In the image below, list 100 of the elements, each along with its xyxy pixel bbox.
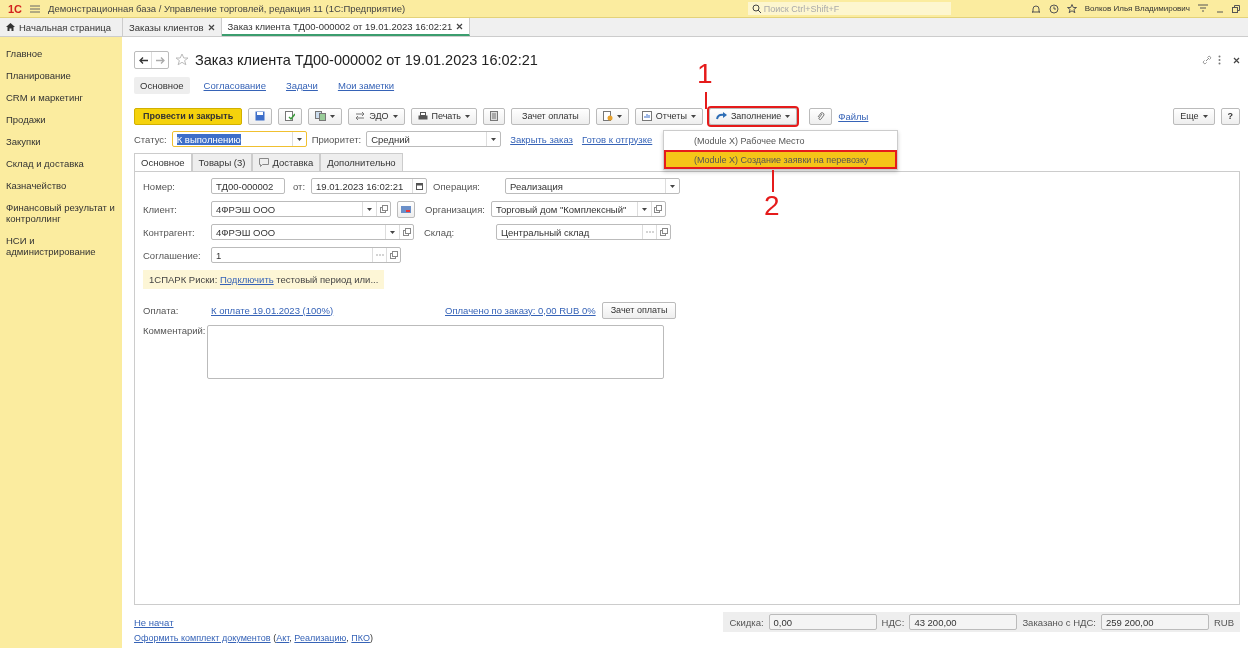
dropdown-icon <box>367 207 372 211</box>
caret-icon <box>465 114 470 118</box>
counterparty-field[interactable]: 4ФРЭШ ООО <box>211 224 414 240</box>
back-arrow-icon[interactable] <box>138 56 148 64</box>
open-icon[interactable] <box>379 205 388 213</box>
star-icon[interactable] <box>175 53 189 67</box>
sidebar-item[interactable]: Продажи <box>0 109 122 131</box>
warehouse-field[interactable]: Центральный склад <box>496 224 671 240</box>
client-field[interactable]: 4ФРЭШ ООО <box>211 201 391 217</box>
paid-link[interactable]: Оплачено по заказу: 0,00 RUB 0% <box>445 304 596 316</box>
form-tab[interactable]: Доставка <box>252 153 321 171</box>
open-icon[interactable] <box>402 228 411 236</box>
payment-link[interactable]: К оплате 19.01.2023 (100%) <box>211 304 439 316</box>
app-logo[interactable]: 1С <box>8 2 23 15</box>
section-link[interactable]: Согласование <box>197 76 272 94</box>
field-label: Клиент: <box>143 203 178 215</box>
caret-icon <box>1202 114 1208 118</box>
curved-arrow-icon <box>715 111 727 121</box>
star-icon[interactable] <box>1066 3 1077 14</box>
attach-button[interactable] <box>809 107 833 125</box>
save-icon <box>255 111 266 121</box>
field-label: Оплата: <box>143 304 180 316</box>
bell-icon[interactable] <box>1030 3 1041 14</box>
sidebar-item[interactable]: Финансовый результат и контроллинг <box>0 197 122 230</box>
state-link[interactable]: Не начат <box>134 616 174 628</box>
caret-icon <box>690 114 696 118</box>
close-icon[interactable] <box>1233 56 1240 64</box>
status-field[interactable]: К выполнению <box>171 131 307 147</box>
sidebar-item[interactable]: Склад и доставка <box>0 153 122 175</box>
tab[interactable]: Начальная страница <box>0 18 123 36</box>
print-button[interactable]: Печать <box>410 107 477 125</box>
documents-icon <box>315 111 327 121</box>
more-icon[interactable] <box>1218 55 1221 65</box>
dropdown-icon <box>296 137 302 141</box>
post-and-close-button[interactable]: Провести и закрыть <box>134 107 243 125</box>
card-icon <box>401 205 411 213</box>
tab[interactable]: Заказы клиентов <box>123 18 222 36</box>
open-icon[interactable] <box>659 228 668 236</box>
section-link[interactable]: Задачи <box>279 76 324 94</box>
form-tab[interactable]: Основное <box>134 153 192 171</box>
sidebar-item[interactable]: Планирование <box>0 65 122 87</box>
field-label: Номер: <box>143 180 176 192</box>
link[interactable]: Оформить комплект документов <box>134 633 271 643</box>
annotation-number: 2 <box>764 192 780 220</box>
field-label: Соглашение: <box>143 249 202 261</box>
total-field[interactable]: 259 200,00 <box>1100 614 1209 630</box>
reports-button[interactable]: Отчеты <box>634 107 703 125</box>
open-icon[interactable] <box>654 205 663 213</box>
caret-icon <box>330 114 336 118</box>
action-link[interactable]: Готов к отгрузке <box>581 133 653 145</box>
discount-field[interactable]: 0,00 <box>768 614 877 630</box>
agreement-field[interactable]: 1 <box>211 247 401 263</box>
sidebar-item[interactable]: Главное <box>0 43 122 65</box>
help-button[interactable]: ? <box>1220 107 1240 125</box>
field-label: Контрагент: <box>143 226 196 238</box>
tab[interactable]: Заказ клиента ТД00-000002 от 19.01.2023 16:02:21 <box>221 18 471 36</box>
close-icon[interactable] <box>207 23 215 31</box>
form-tab[interactable]: Дополнительно <box>320 153 403 171</box>
document-icon <box>602 111 613 121</box>
sidebar-item[interactable]: Закупки <box>0 131 122 153</box>
open-icon[interactable] <box>389 251 398 259</box>
calendar-icon[interactable] <box>416 182 424 190</box>
menu-item[interactable]: (Module X) Создание заявки на перевозку <box>664 150 897 169</box>
create-based-button[interactable] <box>308 107 343 125</box>
close-icon[interactable] <box>456 22 464 30</box>
section-link[interactable]: Мои заметки <box>331 76 401 94</box>
link[interactable]: Подключить <box>219 274 274 285</box>
date-field[interactable]: 19.01.2023 16:02:21 <box>311 178 428 194</box>
restore-icon[interactable] <box>1232 4 1240 13</box>
fill-button[interactable]: Заполнение <box>708 107 798 125</box>
number-field[interactable]: ТД00-000002 <box>211 178 285 194</box>
attachments-button[interactable] <box>595 107 629 125</box>
more-button[interactable]: Еще <box>1173 107 1215 125</box>
operation-field[interactable]: Реализация <box>505 178 681 194</box>
post-button[interactable] <box>278 107 303 125</box>
comment-field[interactable] <box>207 325 665 379</box>
files-link[interactable]: Файлы <box>838 110 869 122</box>
save-button[interactable] <box>248 107 273 125</box>
section-link[interactable]: Основное <box>134 76 190 94</box>
priority-field[interactable]: Средний <box>366 131 502 147</box>
forward-arrow-icon[interactable] <box>155 56 165 64</box>
form-tab[interactable]: Товары (3) <box>191 153 253 171</box>
history-icon[interactable] <box>1048 3 1059 14</box>
payment-offset-button[interactable]: Зачет оплаты <box>601 301 677 319</box>
user-name[interactable]: Волков Илья Владимирович <box>1084 4 1190 13</box>
report-button[interactable] <box>483 107 505 125</box>
sidebar-item[interactable]: CRM и маркетинг <box>0 87 122 109</box>
link[interactable]: ПКО <box>351 633 370 643</box>
navigation-buttons[interactable] <box>134 51 169 69</box>
link-icon[interactable] <box>1202 55 1212 65</box>
card-button[interactable] <box>397 200 415 218</box>
vat-field[interactable]: 43 200,00 <box>909 614 1018 630</box>
menu-item[interactable]: (Module X) Рабочее Место <box>664 131 897 150</box>
payment-offset-button[interactable]: Зачет оплаты <box>511 107 590 125</box>
sidebar-item[interactable]: Казначейство <box>0 175 122 197</box>
field-label: Организация: <box>425 203 485 215</box>
organization-field[interactable]: Торговый дом "Комплексный" <box>490 201 666 217</box>
edo-button[interactable]: ЭДО <box>348 107 405 125</box>
action-link[interactable]: Закрыть заказ <box>510 133 573 145</box>
sidebar-item[interactable]: НСИ и администрирование <box>0 230 122 263</box>
